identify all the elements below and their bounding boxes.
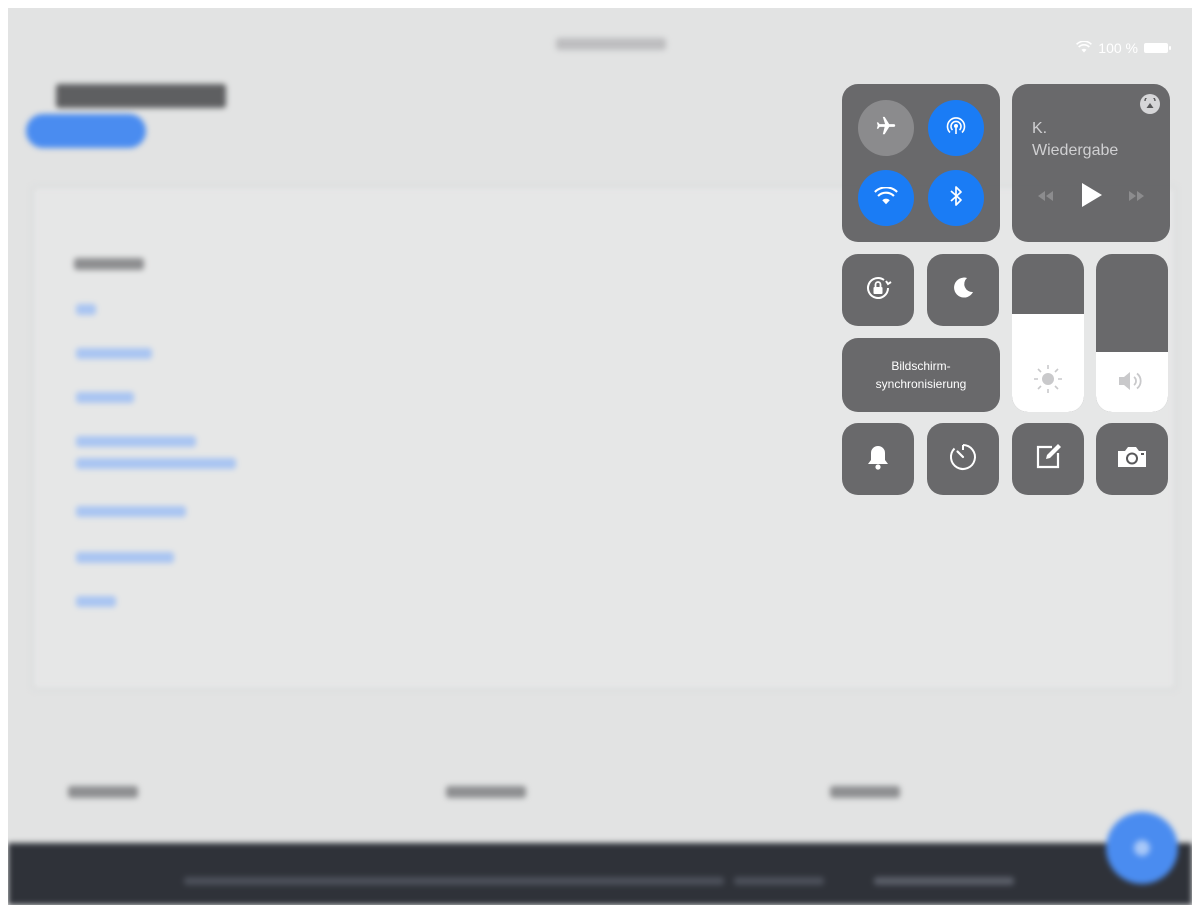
blurred-content-panel	[32, 186, 1176, 690]
media-controls	[1022, 182, 1160, 213]
brightness-slider[interactable]	[1012, 254, 1084, 412]
airplay-icon[interactable]	[1140, 94, 1160, 114]
wifi-icon	[874, 185, 898, 210]
blurred-floating-button	[1106, 812, 1178, 884]
blurred-link	[76, 506, 186, 517]
airplane-mode-button[interactable]	[858, 100, 914, 156]
screen-mirroring-label: Bildschirm- synchronisierung	[875, 359, 967, 391]
airdrop-button[interactable]	[928, 100, 984, 156]
timer-button[interactable]	[927, 423, 999, 495]
blurred-link	[76, 596, 116, 607]
blurred-button	[26, 114, 146, 148]
blurred-link	[76, 458, 236, 469]
fast-forward-icon[interactable]	[1126, 189, 1148, 207]
ipad-screen: 100 % K. Wiedergabe Bildschirm- synchron…	[8, 8, 1192, 905]
blurred-banner-link	[734, 877, 824, 885]
bell-icon	[866, 443, 890, 476]
blurred-link	[76, 552, 174, 563]
blurred-footer-heading	[830, 786, 900, 798]
battery-percentage: 100 %	[1098, 40, 1138, 56]
blurred-banner-button	[874, 877, 1014, 885]
blurred-heading	[56, 84, 226, 108]
mute-button[interactable]	[842, 423, 914, 495]
blurred-page-title	[556, 38, 666, 50]
timer-icon	[948, 442, 978, 477]
screen-mirroring-button[interactable]: Bildschirm- synchronisierung	[842, 338, 1000, 412]
bluetooth-button[interactable]	[928, 170, 984, 226]
blurred-link	[76, 392, 134, 403]
rewind-icon[interactable]	[1034, 189, 1056, 207]
blurred-banner-text	[184, 877, 724, 885]
blurred-link	[76, 304, 96, 315]
status-bar: 100 %	[1076, 40, 1171, 56]
do-not-disturb-button[interactable]	[927, 254, 999, 326]
blurred-footer-heading	[68, 786, 138, 798]
battery-icon	[1144, 43, 1171, 53]
notes-button[interactable]	[1012, 423, 1084, 495]
wifi-icon	[1076, 40, 1093, 56]
blurred-cookie-banner	[8, 843, 1192, 905]
moon-icon	[950, 275, 976, 306]
play-icon[interactable]	[1079, 182, 1103, 213]
blurred-footer-heading	[446, 786, 526, 798]
connectivity-tile	[842, 84, 1000, 242]
orientation-lock-icon	[862, 272, 894, 309]
wifi-button[interactable]	[858, 170, 914, 226]
airdrop-icon	[943, 113, 969, 144]
sun-icon	[1012, 364, 1084, 394]
volume-slider[interactable]	[1096, 254, 1168, 412]
blurred-link	[76, 348, 152, 359]
camera-button[interactable]	[1096, 423, 1168, 495]
now-playing-title: K. Wiedergabe	[1032, 120, 1119, 159]
bluetooth-icon	[948, 184, 964, 213]
orientation-lock-button[interactable]	[842, 254, 914, 326]
camera-icon	[1115, 443, 1149, 476]
now-playing-tile[interactable]: K. Wiedergabe	[1012, 84, 1170, 242]
speaker-icon	[1096, 368, 1168, 394]
airplane-icon	[875, 115, 897, 142]
blurred-section-label	[74, 258, 144, 270]
blurred-link	[76, 436, 196, 447]
notes-icon	[1033, 442, 1063, 477]
